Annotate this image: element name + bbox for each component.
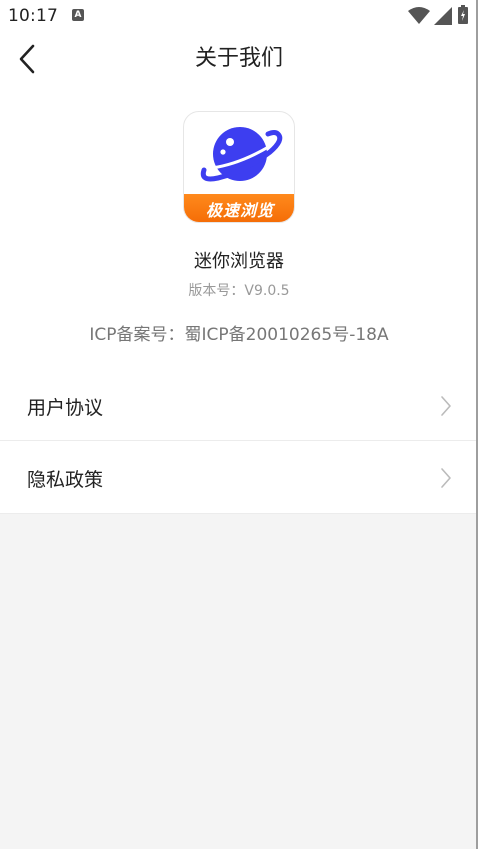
wifi-icon: [408, 7, 430, 24]
notification-a-icon: A: [72, 9, 84, 21]
status-bar: 10:17 A: [0, 0, 476, 32]
menu-item-privacy-policy[interactable]: 隐私政策: [0, 442, 476, 514]
planet-icon: [200, 127, 283, 182]
divider: [0, 513, 476, 514]
signal-icon: [434, 7, 452, 25]
divider: [0, 440, 476, 441]
menu-item-label: 用户协议: [27, 396, 104, 419]
app-logo: 极速浏览: [183, 111, 295, 223]
app-version: 版本号：V9.0.5: [188, 283, 290, 299]
page-title: 关于我们: [194, 46, 283, 71]
icp-record: ICP备案号：蜀ICP备20010265号-18A: [89, 325, 389, 345]
battery-icon: [458, 5, 468, 24]
app-name: 迷你浏览器: [194, 251, 284, 272]
menu-item-label: 隐私政策: [27, 468, 104, 491]
logo-text: 极速浏览: [205, 201, 274, 220]
chevron-right-icon: [441, 468, 451, 488]
menu-item-user-agreement[interactable]: 用户协议: [0, 370, 476, 442]
logo-banner: 极速浏览: [184, 194, 294, 222]
status-time: 10:17: [8, 6, 58, 26]
chevron-right-icon: [441, 396, 451, 416]
